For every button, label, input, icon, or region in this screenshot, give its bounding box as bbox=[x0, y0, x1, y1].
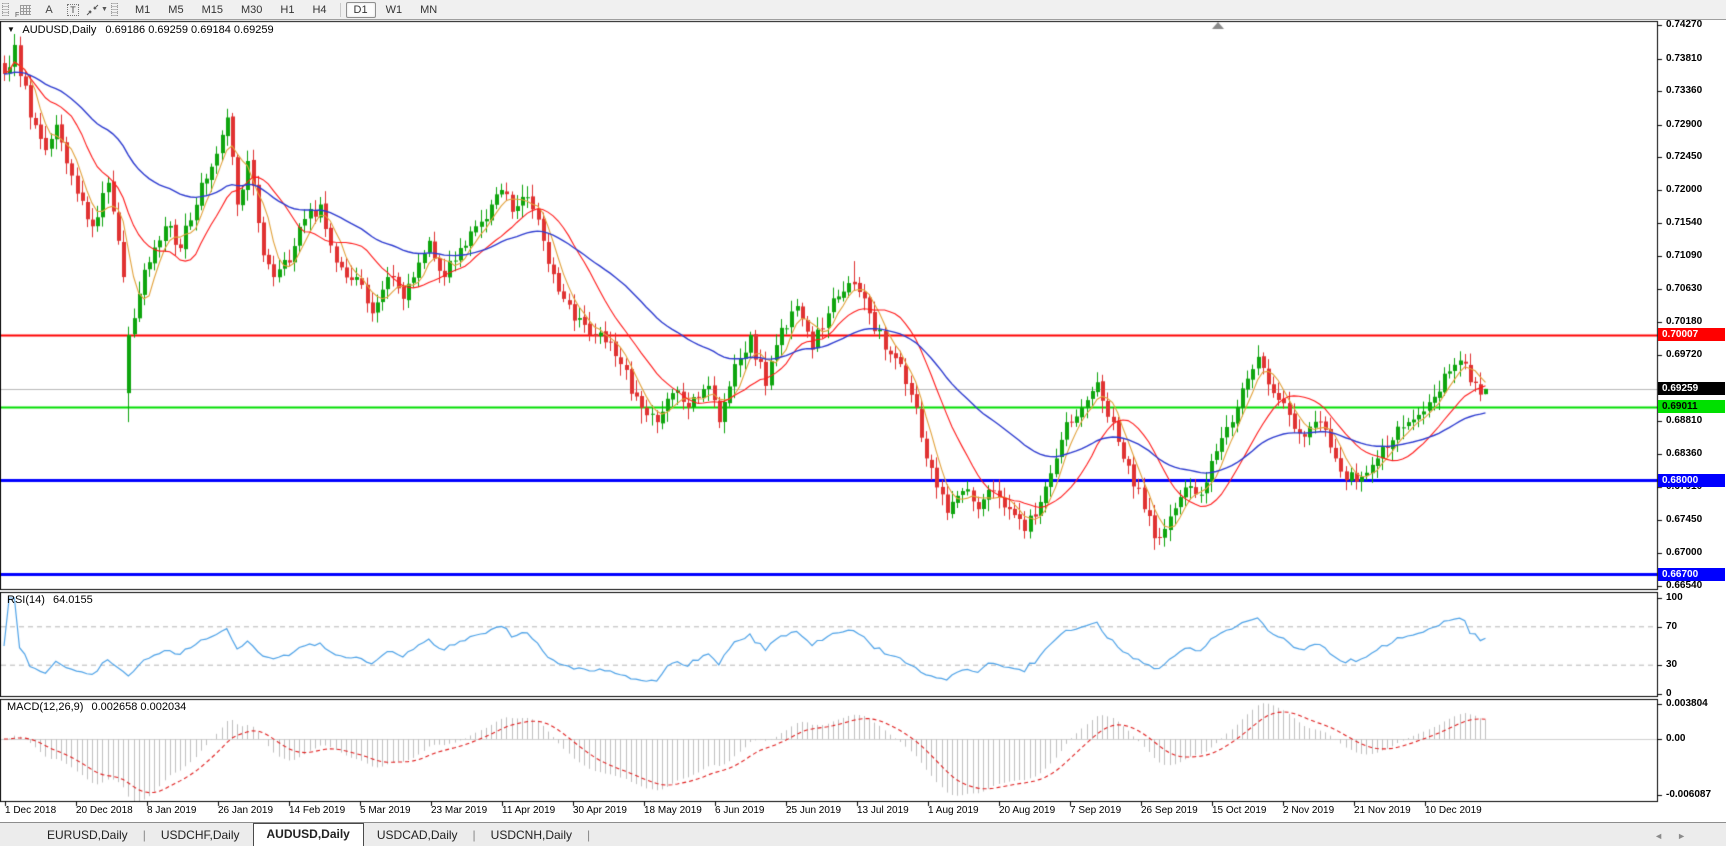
macd-scale-label: 0.003804 bbox=[1666, 698, 1708, 710]
grid-glyph bbox=[19, 4, 31, 15]
rsi-scale-label: 0 bbox=[1666, 688, 1672, 699]
chart-tab-audusd[interactable]: AUDUSD,Daily bbox=[252, 823, 364, 846]
date-tick-label: 13 Jul 2019 bbox=[857, 805, 909, 816]
text-label-icon[interactable]: A bbox=[37, 2, 61, 18]
rsi-scale-label: 70 bbox=[1666, 620, 1678, 632]
symbol-collapse-icon[interactable]: ▼ bbox=[7, 25, 15, 34]
timeframe-button-m30[interactable]: M30 bbox=[233, 2, 270, 18]
tab-scroll-arrows[interactable]: ◄► bbox=[1654, 831, 1700, 841]
date-tick-label: 30 Apr 2019 bbox=[573, 805, 627, 816]
price-badge: 0.70007 bbox=[1658, 328, 1725, 342]
price-tick-label: 0.74270 bbox=[1666, 19, 1703, 31]
price-tick-label: 0.71090 bbox=[1666, 250, 1703, 262]
arrow-tools-icon[interactable]: ▼ bbox=[85, 2, 109, 18]
rsi-name: RSI(14) bbox=[7, 594, 45, 606]
arrows-glyph bbox=[86, 4, 99, 15]
macd-values: 0.002658 0.002034 bbox=[91, 701, 187, 713]
price-tick-label: 0.72450 bbox=[1666, 151, 1703, 163]
timeframe-button-w1[interactable]: W1 bbox=[378, 2, 411, 18]
timeframe-button-mn[interactable]: MN bbox=[412, 2, 445, 18]
chart-tab-bar: EURUSD,Daily | USDCHF,Daily AUDUSD,Daily USD… bbox=[0, 822, 1726, 846]
price-tick-label: 0.67000 bbox=[1666, 546, 1703, 558]
timeframe-button-h4[interactable]: H4 bbox=[304, 2, 334, 18]
tabs: EURUSD,Daily | USDCHF,Daily AUDUSD,Daily USD… bbox=[34, 823, 592, 846]
date-tick-label: 18 May 2019 bbox=[644, 805, 702, 816]
trading-platform-window: F A T ▼ M1 M5 M15 M30 H1 H4 D1 W1 MN ▼ AUDUSD,Da… bbox=[0, 0, 1726, 846]
text-box-icon[interactable]: T bbox=[61, 2, 85, 18]
date-tick-label: 1 Aug 2019 bbox=[928, 805, 979, 816]
date-tick-label: 8 Jan 2019 bbox=[147, 805, 197, 816]
date-tick-label: 21 Nov 2019 bbox=[1354, 805, 1411, 816]
macd-scale-label: -0.006087 bbox=[1666, 788, 1712, 800]
dropdown-caret-icon[interactable]: ▼ bbox=[101, 6, 108, 13]
timeframe-group: M1 M5 M15 M30 H1 H4 D1 W1 MN bbox=[126, 1, 446, 18]
price-tick-label: 0.72900 bbox=[1666, 118, 1703, 130]
date-tick-label: 25 Jun 2019 bbox=[786, 805, 842, 816]
price-tick-label: 0.72000 bbox=[1666, 184, 1703, 196]
grid-font-icon[interactable]: F bbox=[13, 2, 37, 19]
timeframe-button-m15[interactable]: M15 bbox=[194, 2, 231, 18]
date-tick-label: 15 Oct 2019 bbox=[1212, 805, 1267, 816]
timeframe-button-d1[interactable]: D1 bbox=[345, 1, 376, 18]
rsi-scale-label: 30 bbox=[1666, 659, 1678, 671]
tab-separator: | bbox=[587, 828, 591, 842]
date-tick-label: 5 Mar 2019 bbox=[360, 805, 411, 816]
price-tick-label: 0.69720 bbox=[1666, 349, 1703, 361]
date-tick-label: 1 Dec 2018 bbox=[5, 805, 57, 816]
date-tick-label: 6 Jun 2019 bbox=[715, 805, 765, 816]
toolbar-drag-handle-2[interactable] bbox=[111, 3, 118, 16]
chart-canvas[interactable] bbox=[0, 0, 1726, 846]
price-tick-label: 0.66540 bbox=[1666, 580, 1703, 592]
macd-name: MACD(12,26,9) bbox=[7, 701, 84, 713]
price-tick-label: 0.73360 bbox=[1666, 85, 1703, 97]
date-tick-label: 20 Dec 2018 bbox=[76, 805, 133, 816]
price-badge: 0.66700 bbox=[1658, 567, 1725, 581]
date-tick-label: 20 Aug 2019 bbox=[999, 805, 1056, 816]
price-tick-label: 0.70630 bbox=[1666, 283, 1703, 295]
grid-font-letter: F bbox=[15, 11, 20, 19]
price-tick-label: 0.73810 bbox=[1666, 52, 1703, 64]
chart-tab-eurusd[interactable]: EURUSD,Daily bbox=[34, 826, 141, 846]
rsi-value: 64.0155 bbox=[52, 594, 93, 606]
date-tick-label: 2 Nov 2019 bbox=[1283, 805, 1335, 816]
toolbar-drag-handle[interactable] bbox=[2, 3, 9, 16]
date-tick-label: 14 Feb 2019 bbox=[289, 805, 346, 816]
ohlc-values: 0.69186 0.69259 0.69184 0.69259 bbox=[105, 24, 274, 36]
date-tick-label: 11 Apr 2019 bbox=[502, 805, 556, 816]
toolbar: F A T ▼ M1 M5 M15 M30 H1 H4 D1 W1 MN bbox=[0, 0, 1726, 20]
rsi-scale-label: 100 bbox=[1666, 592, 1683, 603]
price-tick-label: 0.71540 bbox=[1666, 217, 1703, 229]
date-tick-label: 26 Sep 2019 bbox=[1141, 805, 1198, 816]
price-badge: 0.68000 bbox=[1658, 473, 1725, 487]
timeframe-button-m1[interactable]: M1 bbox=[127, 2, 158, 18]
date-tick-label: 26 Jan 2019 bbox=[218, 805, 274, 816]
date-tick-label: 10 Dec 2019 bbox=[1425, 805, 1482, 816]
price-tick-label: 0.68360 bbox=[1666, 448, 1703, 460]
rsi-indicator-label: RSI(14) 64.0155 bbox=[7, 594, 93, 606]
price-badge: 0.69259 bbox=[1658, 382, 1725, 396]
price-tick-label: 0.68810 bbox=[1666, 415, 1703, 427]
symbol-name: AUDUSD,Daily bbox=[22, 24, 97, 36]
chart-tab-usdcad[interactable]: USDCAD,Daily bbox=[364, 826, 471, 846]
timeframe-button-h1[interactable]: H1 bbox=[272, 2, 302, 18]
tab-separator: | bbox=[472, 828, 476, 842]
chart-tab-usdcnh[interactable]: USDCNH,Daily bbox=[478, 826, 585, 846]
chart-title: ▼ AUDUSD,Daily 0.69186 0.69259 0.69184 0… bbox=[7, 24, 274, 36]
date-tick-label: 7 Sep 2019 bbox=[1070, 805, 1122, 816]
chart-tab-usdchf[interactable]: USDCHF,Daily bbox=[148, 826, 253, 846]
toolbar-separator bbox=[339, 2, 341, 17]
tab-separator: | bbox=[142, 828, 146, 842]
timeframe-button-m5[interactable]: M5 bbox=[160, 2, 191, 18]
price-badge: 0.69011 bbox=[1658, 400, 1725, 414]
macd-scale-label: 0.00 bbox=[1666, 733, 1686, 745]
text-box-glyph: T bbox=[67, 3, 79, 16]
price-tick-label: 0.70180 bbox=[1666, 316, 1703, 328]
price-tick-label: 0.67450 bbox=[1666, 514, 1703, 526]
macd-indicator-label: MACD(12,26,9) 0.002658 0.002034 bbox=[7, 701, 186, 713]
date-tick-label: 23 Mar 2019 bbox=[431, 805, 488, 816]
